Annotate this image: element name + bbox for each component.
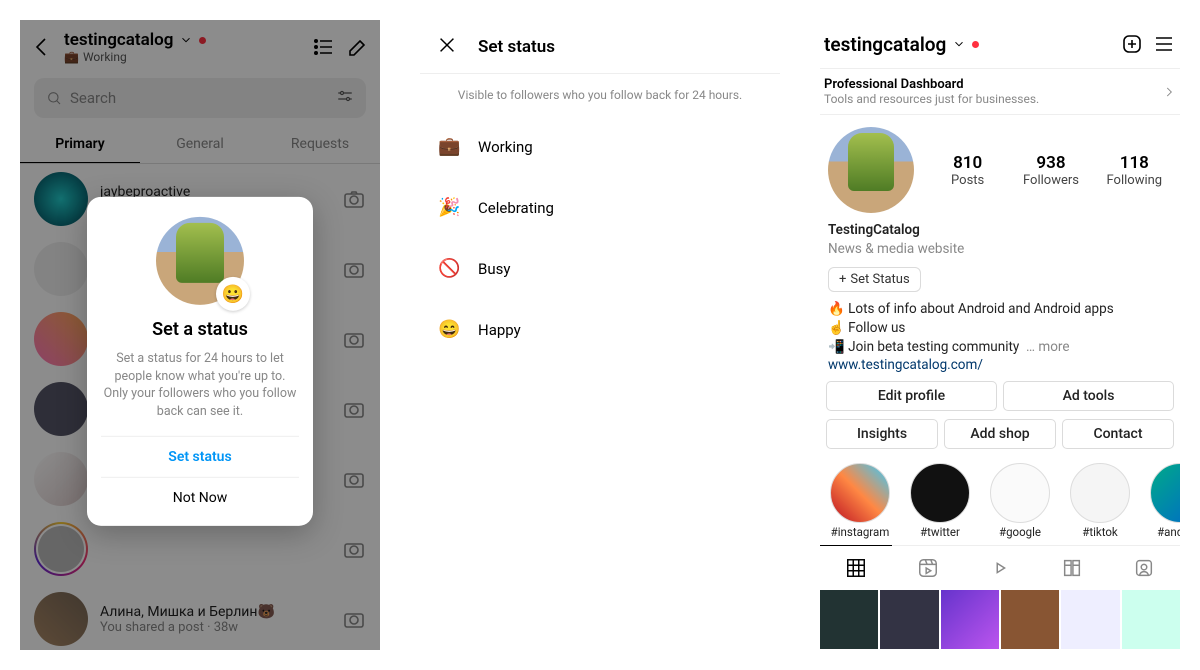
emoji-badge: 😀 [216,277,250,311]
highlight-item[interactable]: #google [988,463,1052,539]
more-link[interactable]: … more [1026,339,1070,355]
stat-posts[interactable]: 810Posts [930,153,1005,188]
modal-body: Set a status for 24 hours to let people … [101,350,299,420]
create-icon[interactable] [1120,32,1144,56]
status-option-working[interactable]: 💼Working [420,116,780,177]
tab-guides[interactable] [1036,546,1108,590]
profile-screen: testingcatalog Professional DashboardToo… [820,20,1180,650]
not-now-button[interactable]: Not Now [101,477,299,518]
avatar: 😀 [156,217,244,305]
add-shop-button[interactable]: Add shop [944,419,1056,449]
visibility-note: Visible to followers who you follow back… [420,74,780,116]
set-status-screen: Set status Visible to followers who you … [420,20,780,650]
tab-video[interactable] [964,546,1036,590]
tab-grid[interactable] [820,545,892,589]
highlight-item[interactable]: #instagram [828,463,892,539]
grid-post[interactable] [1001,590,1059,648]
display-name: TestingCatalog [828,221,1172,240]
briefcase-icon: 💼 [438,136,460,157]
plus-icon: + [839,272,846,287]
grid-post[interactable] [820,590,878,648]
notification-dot [972,41,979,48]
professional-dashboard-row[interactable]: Professional DashboardTools and resource… [820,68,1180,115]
dashboard-title: Professional Dashboard [824,77,1162,92]
grid-post[interactable] [1122,590,1180,648]
close-icon[interactable] [436,34,458,60]
set-status-button[interactable]: Set status [101,436,299,477]
status-option-busy[interactable]: 🚫Busy [420,238,780,299]
tab-reels[interactable] [892,546,964,590]
grid-post[interactable] [1061,590,1119,648]
posts-grid [820,590,1180,648]
highlight-item[interactable]: #tiktok [1068,463,1132,539]
screen-title: Set status [478,37,555,57]
bio-line: ☝️ Follow us [828,319,1172,338]
happy-face-icon: 😄 [438,319,460,340]
avatar[interactable] [828,127,914,213]
highlight-item[interactable]: #twitter [908,463,972,539]
modal-title: Set a status [101,319,299,340]
highlights-row: #instagram #twitter #google #tiktok #and… [820,453,1180,545]
stat-followers[interactable]: 938Followers [1013,153,1088,188]
bio-line: 📲 Join beta testing community [828,339,1019,355]
no-entry-icon: 🚫 [438,258,460,279]
status-option-celebrating[interactable]: 🎉Celebrating [420,177,780,238]
stat-following[interactable]: 118Following [1097,153,1172,188]
dm-screen: testingcatalog 💼Working Search Primary G… [20,20,380,650]
edit-profile-button[interactable]: Edit profile [826,381,997,411]
menu-icon[interactable] [1152,32,1176,56]
category-label: News & media website [828,240,1172,259]
profile-username[interactable]: testingcatalog [824,33,946,56]
highlight-item[interactable]: #android [1148,463,1180,539]
tab-tagged[interactable] [1108,546,1180,590]
grid-post[interactable] [880,590,938,648]
insights-button[interactable]: Insights [826,419,938,449]
set-status-chip[interactable]: +Set Status [828,267,921,292]
website-link[interactable]: www.testingcatalog.com/ [828,357,983,373]
ad-tools-button[interactable]: Ad tools [1003,381,1174,411]
chevron-down-icon [952,37,966,51]
grid-post[interactable] [941,590,999,648]
set-status-modal: 😀 Set a status Set a status for 24 hours… [87,197,313,526]
bio-line: 🔥 Lots of info about Android and Android… [828,300,1172,319]
chevron-right-icon [1162,85,1176,99]
confetti-icon: 🎉 [438,197,460,218]
status-option-happy[interactable]: 😄Happy [420,299,780,360]
contact-button[interactable]: Contact [1062,419,1174,449]
profile-tabs [820,545,1180,590]
dashboard-sub: Tools and resources just for businesses. [824,92,1162,106]
